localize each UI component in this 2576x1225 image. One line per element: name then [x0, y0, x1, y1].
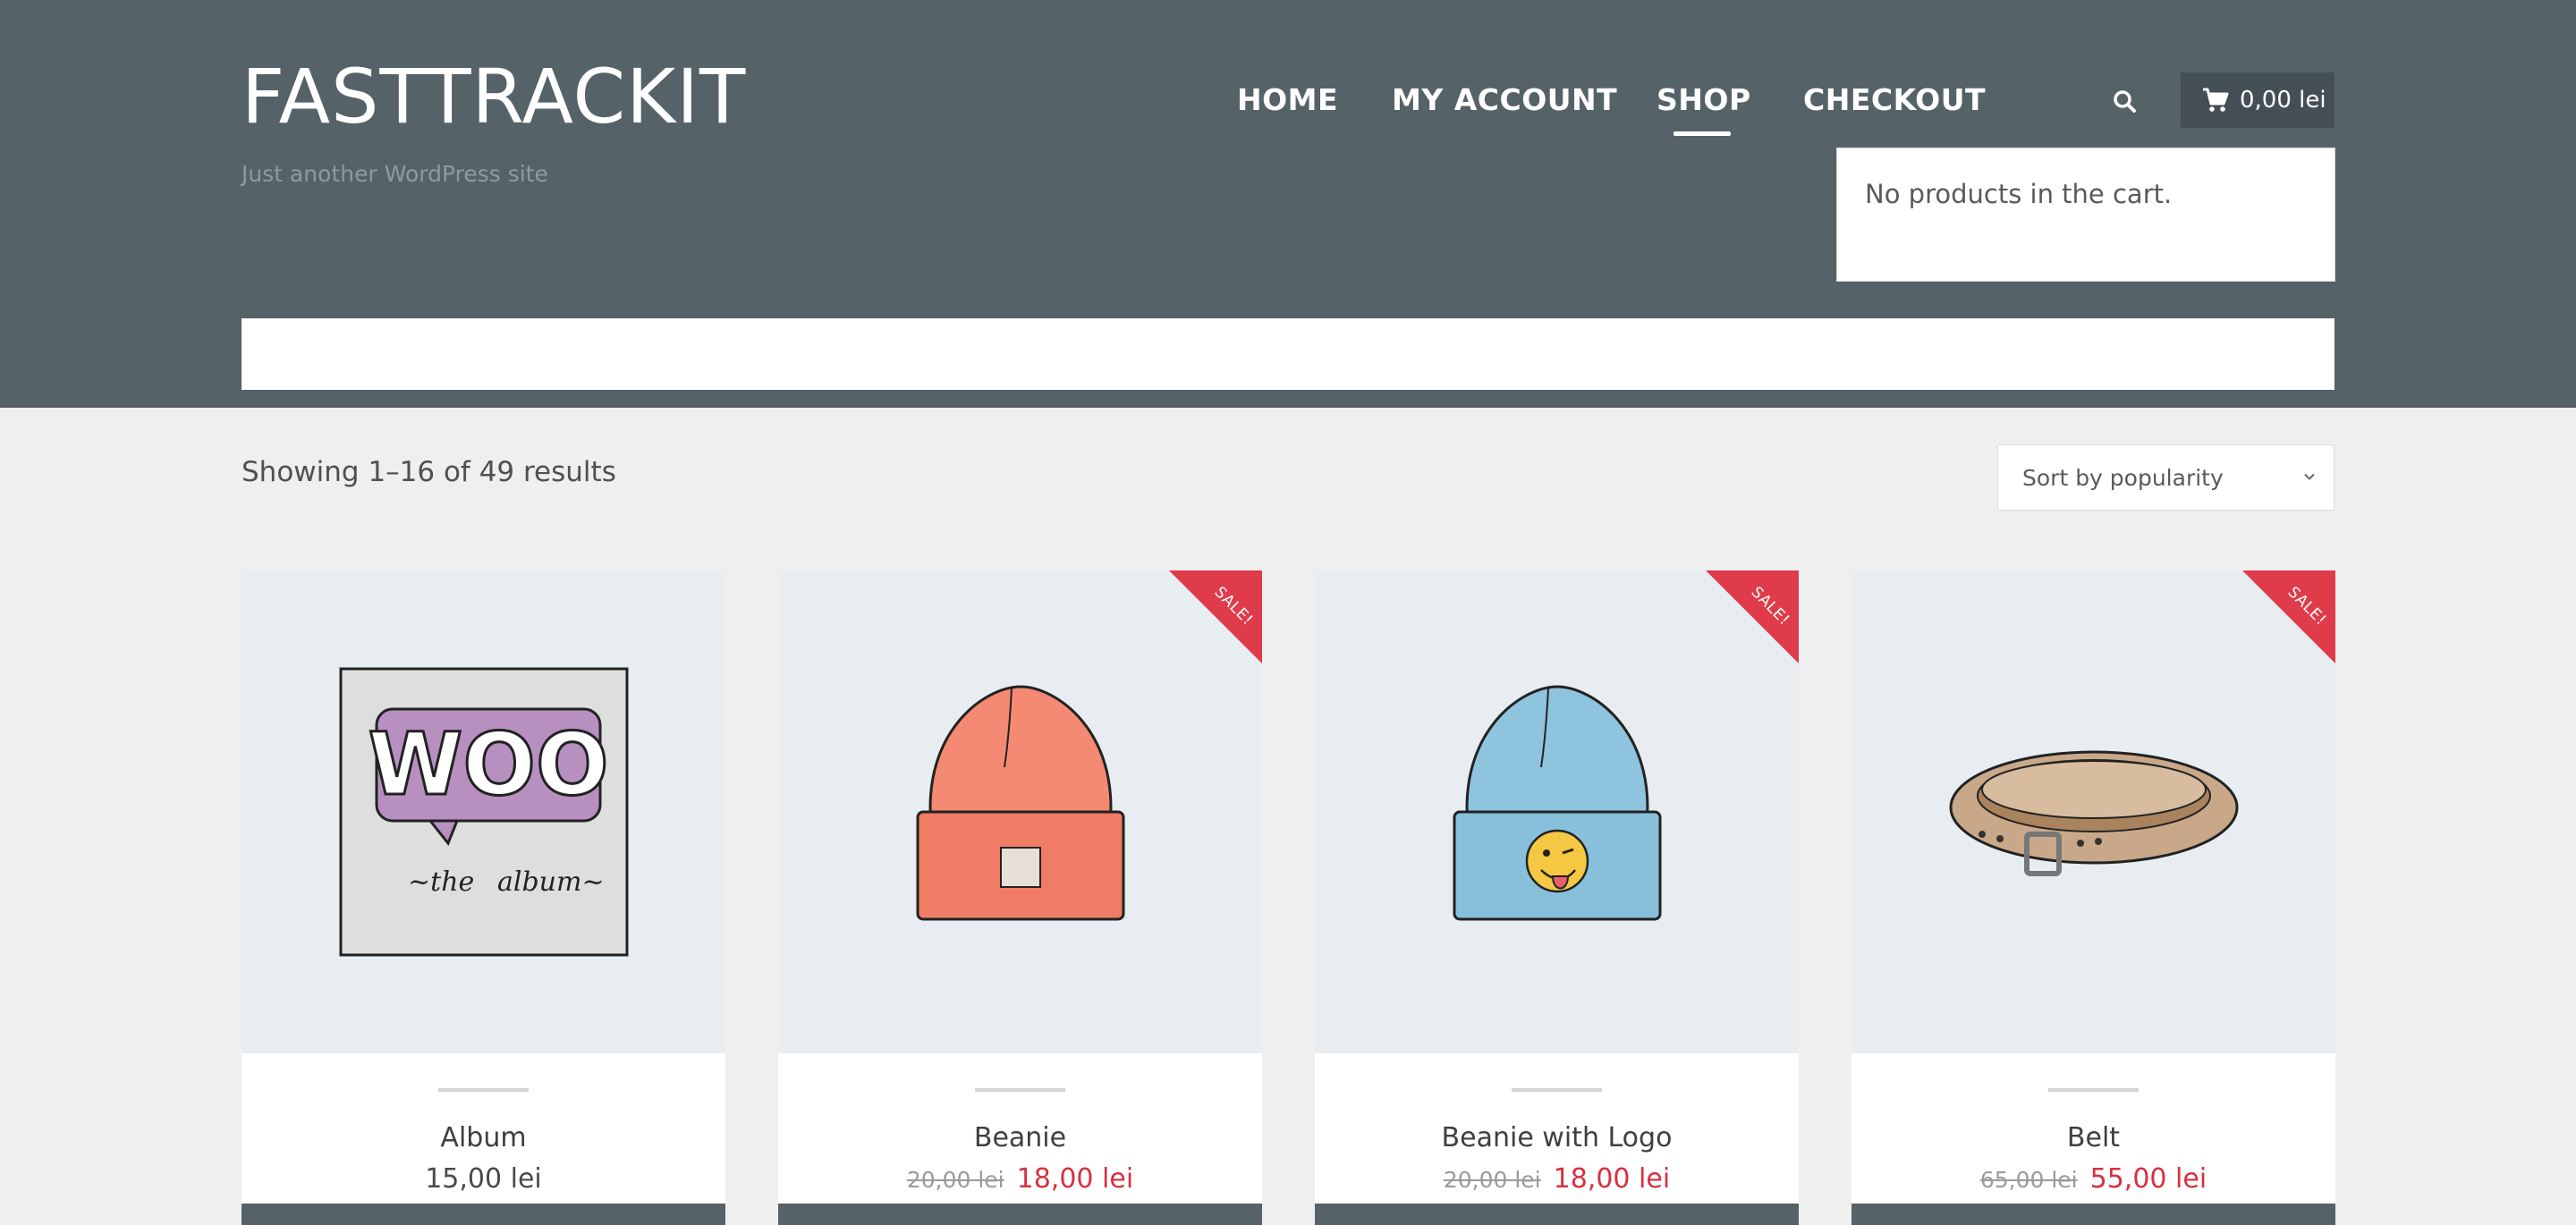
price-regular: 15,00 lei — [425, 1163, 542, 1195]
price-old: 20,00 lei — [1443, 1167, 1541, 1193]
price-sale: 18,00 lei — [1016, 1163, 1134, 1195]
nav-item-shop[interactable]: SHOP — [1657, 82, 1751, 117]
card-divider — [1512, 1088, 1602, 1092]
active-nav-indicator — [1674, 131, 1731, 136]
beanie-icon — [916, 685, 1124, 921]
cart-dropdown: No products in the cart. — [1836, 148, 2335, 282]
product-card[interactable]: SALE! Belt 65,00 lei 55,00 lei — [1852, 570, 2335, 1225]
belt-icon — [1949, 750, 2238, 876]
header-banner-bar — [242, 318, 2334, 390]
sale-badge: SALE! — [1706, 570, 1799, 663]
price-sale: 55,00 lei — [2089, 1163, 2207, 1195]
product-price: 15,00 lei — [242, 1163, 725, 1195]
album-icon: WOO ~the album~ — [339, 667, 628, 957]
site-tagline: Just another WordPress site — [242, 161, 548, 187]
site-title[interactable]: FASTTRACKIT — [242, 52, 746, 141]
add-to-cart-button[interactable] — [242, 1204, 725, 1225]
card-divider — [438, 1088, 529, 1092]
cart-button[interactable]: 0,00 lei — [2181, 72, 2334, 128]
result-count: Showing 1–16 of 49 results — [242, 456, 616, 488]
product-title[interactable]: Album — [242, 1122, 725, 1153]
cart-empty-message: No products in the cart. — [1865, 179, 2173, 209]
add-to-cart-button[interactable] — [1852, 1204, 2335, 1225]
sale-badge: SALE! — [1169, 570, 1262, 663]
site-header: FASTTRACKIT Just another WordPress site … — [0, 0, 2576, 408]
svg-text:~the: ~the — [408, 866, 474, 898]
search-button[interactable] — [2109, 86, 2141, 118]
beanie-logo-icon — [1453, 685, 1661, 921]
add-to-cart-button[interactable] — [778, 1204, 1262, 1225]
sort-selected-value: Sort by popularity — [2022, 464, 2224, 491]
price-old: 65,00 lei — [1979, 1167, 2078, 1193]
svg-text:WOO: WOO — [368, 714, 608, 815]
search-icon — [2114, 90, 2136, 113]
product-title[interactable]: Beanie — [778, 1122, 1262, 1153]
price-old: 20,00 lei — [906, 1167, 1004, 1193]
product-image[interactable]: WOO ~the album~ — [242, 570, 725, 1053]
product-card[interactable]: WOO ~the album~ Album 15,00 lei — [242, 570, 725, 1225]
card-divider — [975, 1088, 1065, 1092]
add-to-cart-button[interactable] — [1315, 1204, 1799, 1225]
cart-icon — [2203, 88, 2229, 112]
cart-total: 0,00 lei — [2240, 87, 2326, 114]
product-card[interactable]: SALE! Beanie with Logo 20,00 lei 18,00 le… — [1315, 570, 1799, 1225]
nav-item-my-account[interactable]: MY ACCOUNT — [1392, 82, 1617, 117]
nav-item-checkout[interactable]: CHECKOUT — [1803, 82, 1986, 117]
product-price: 20,00 lei 18,00 lei — [1315, 1163, 1799, 1195]
nav-item-home[interactable]: HOME — [1237, 82, 1338, 117]
product-price: 20,00 lei 18,00 lei — [778, 1163, 1262, 1195]
price-sale: 18,00 lei — [1553, 1163, 1671, 1195]
card-divider — [2048, 1088, 2139, 1092]
chevron-down-icon — [2304, 473, 2315, 480]
svg-text:album~: album~ — [497, 866, 605, 898]
sale-badge: SALE! — [2242, 570, 2335, 663]
product-card[interactable]: SALE! Beanie 20,00 lei 18,00 lei — [778, 570, 1262, 1225]
product-title[interactable]: Beanie with Logo — [1315, 1122, 1799, 1153]
product-title[interactable]: Belt — [1852, 1122, 2335, 1153]
sort-dropdown[interactable]: Sort by popularity — [1997, 444, 2334, 511]
product-price: 65,00 lei 55,00 lei — [1852, 1163, 2335, 1195]
